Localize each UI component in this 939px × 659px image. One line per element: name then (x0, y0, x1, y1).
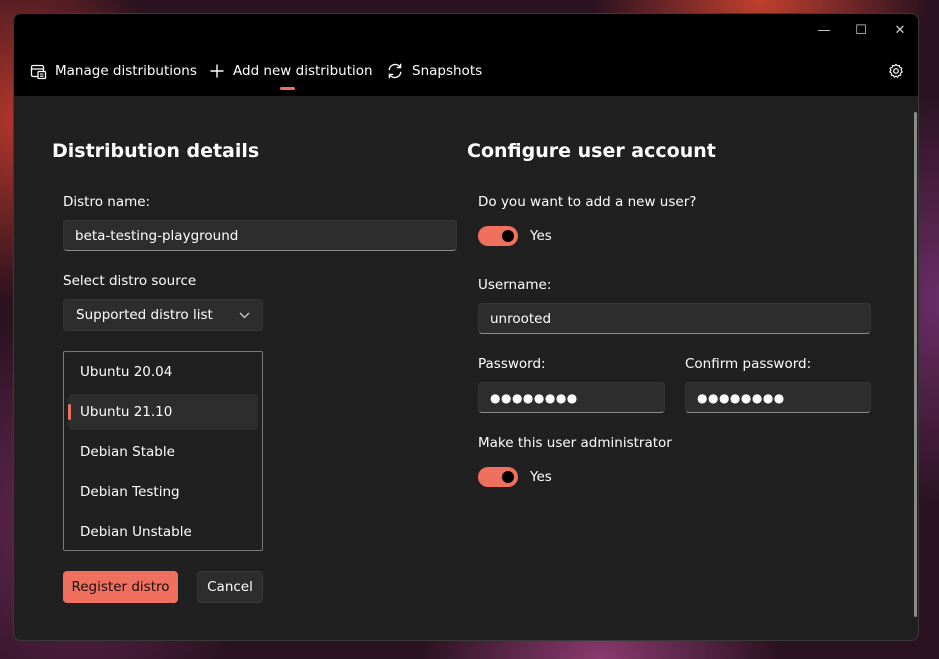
password-value: ●●●●●●●● (490, 390, 578, 405)
distro-name-label: Distro name: (63, 194, 151, 210)
admin-toggle-label: Yes (530, 469, 552, 485)
username-input[interactable]: unrooted (478, 303, 871, 334)
username-label: Username: (478, 277, 552, 293)
add-user-question: Do you want to add a new user? (478, 194, 697, 210)
list-item-debian-unstable[interactable]: Debian Unstable (68, 514, 258, 550)
add-user-toggle-row: Yes (478, 226, 552, 246)
list-item-debian-stable[interactable]: Debian Stable (68, 434, 258, 470)
distro-source-value: Supported distro list (76, 307, 213, 323)
nav-snapshots[interactable]: Snapshots (386, 60, 482, 82)
distribution-details-heading: Distribution details (52, 140, 260, 162)
close-button[interactable]: ✕ (880, 16, 918, 44)
add-user-toggle-label: Yes (530, 228, 552, 244)
list-item-ubuntu-20-04[interactable]: Ubuntu 20.04 (68, 354, 258, 390)
admin-toggle-row: Yes (478, 467, 552, 487)
configure-user-heading: Configure user account (467, 140, 716, 162)
maximize-icon: ☐ (855, 22, 867, 38)
nav-label: Snapshots (412, 63, 483, 79)
password-label: Password: (478, 356, 546, 372)
confirm-password-value: ●●●●●●●● (697, 390, 785, 405)
distro-list[interactable]: Ubuntu 20.04 Ubuntu 21.10 Debian Stable … (63, 351, 263, 551)
nav-add-new-distribution[interactable]: Add new distribution (209, 60, 373, 82)
list-item-debian-testing[interactable]: Debian Testing (68, 474, 258, 510)
chevron-down-icon (239, 312, 250, 318)
active-tab-indicator (280, 87, 295, 90)
distro-source-label: Select distro source (63, 273, 197, 289)
manage-distributions-icon (30, 64, 47, 79)
minimize-button[interactable]: — (804, 16, 844, 44)
password-input[interactable]: ●●●●●●●● (478, 382, 665, 413)
toggle-knob (502, 471, 514, 483)
distro-source-dropdown[interactable]: Supported distro list (63, 299, 263, 331)
add-user-toggle[interactable] (478, 226, 518, 246)
cancel-button[interactable]: Cancel (197, 571, 263, 603)
register-distro-button[interactable]: Register distro (63, 571, 178, 603)
title-bar: — ☐ ✕ Manage distributions Add new distr… (14, 14, 918, 96)
nav-label: Manage distributions (55, 63, 197, 79)
close-icon: ✕ (894, 22, 906, 38)
refresh-icon (388, 63, 402, 79)
vertical-scrollbar[interactable] (914, 112, 917, 617)
admin-label: Make this user administrator (478, 435, 672, 451)
maximize-button[interactable]: ☐ (841, 16, 881, 44)
nav-label: Add new distribution (233, 63, 373, 79)
list-item-ubuntu-21-10[interactable]: Ubuntu 21.10 (68, 394, 258, 430)
toggle-knob (502, 230, 514, 242)
distro-name-value: beta-testing-playground (75, 227, 239, 244)
nav-manage-distributions[interactable]: Manage distributions (30, 60, 197, 82)
confirm-password-input[interactable]: ●●●●●●●● (685, 382, 871, 413)
settings-button[interactable] (886, 61, 906, 81)
minimize-icon: — (817, 22, 831, 38)
distro-name-input[interactable]: beta-testing-playground (63, 220, 457, 251)
username-value: unrooted (490, 310, 552, 327)
app-window: — ☐ ✕ Manage distributions Add new distr… (13, 13, 919, 641)
admin-toggle[interactable] (478, 467, 518, 487)
gear-icon (889, 63, 903, 78)
plus-icon (210, 64, 224, 78)
confirm-password-label: Confirm password: (685, 356, 812, 372)
